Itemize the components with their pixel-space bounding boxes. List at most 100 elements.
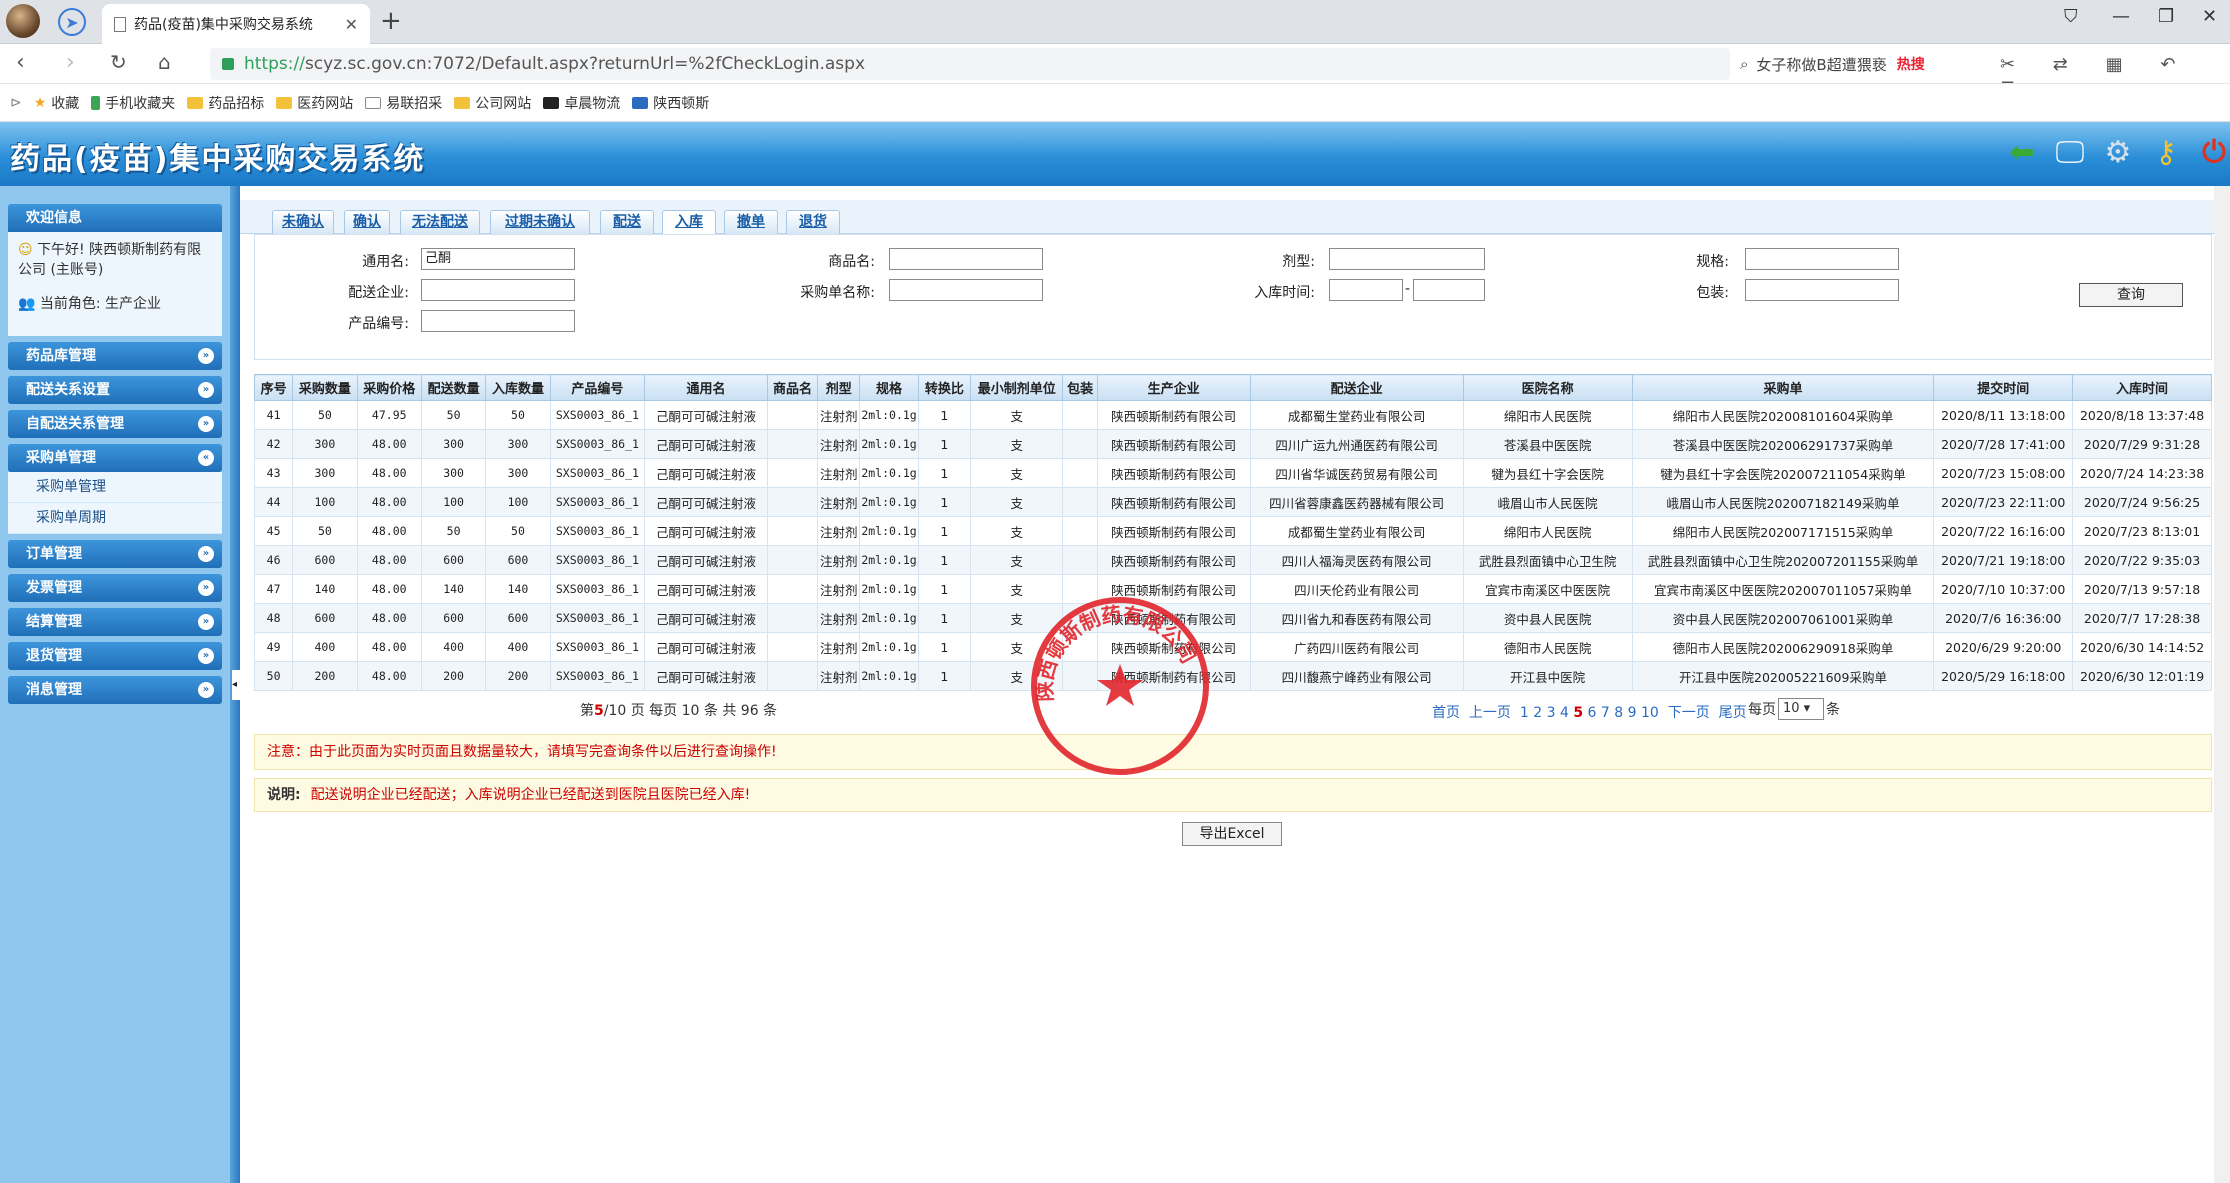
page-link[interactable]: 3 xyxy=(1547,705,1556,721)
app-title: 药品(疫苗)集中采购交易系统 xyxy=(10,142,426,177)
table-cell: SXS0003_86_1 xyxy=(549,632,646,662)
forward-button[interactable]: › xyxy=(66,50,75,75)
tab-undeliverable[interactable]: 无法配送 xyxy=(400,210,480,234)
collapse-sidebar-icon[interactable]: ◂ xyxy=(232,670,240,700)
table-row[interactable]: 46 600 48.00 600 600 SXS0003_86_1 己酮可可碱注射液 注射剂 2… xyxy=(253,545,2212,575)
sidebar-item-orders[interactable]: 订单管理» xyxy=(8,540,222,568)
new-tab-button[interactable]: + xyxy=(380,6,402,36)
tab-confirmed[interactable]: 确认 xyxy=(344,210,390,234)
submenu-item-purchase-order[interactable]: 采购单管理 xyxy=(8,472,222,503)
tab-expired[interactable]: 过期未确认 xyxy=(490,210,590,234)
sidebar-item-messages[interactable]: 消息管理» xyxy=(8,676,222,704)
gear-icon[interactable]: ⚙ xyxy=(2098,132,2138,172)
back-button[interactable]: ‹ xyxy=(16,50,25,75)
table-cell: 50 xyxy=(292,400,358,430)
trade-name-input[interactable] xyxy=(889,248,1043,270)
generic-name-input[interactable]: 己酮 xyxy=(421,248,575,270)
table-row[interactable]: 49 400 48.00 400 400 SXS0003_86_1 己酮可可碱注射液 注射剂 2… xyxy=(253,632,2212,662)
sidebar-item-self-delivery[interactable]: 自配送关系管理» xyxy=(8,410,222,438)
table-cell: 四川广运九州通医药有限公司 xyxy=(1249,429,1464,459)
sidebar-item-purchase-order[interactable]: 采购单管理 « xyxy=(8,444,222,472)
monitor-icon[interactable]: 🖵 xyxy=(2050,132,2090,172)
table-row[interactable]: 42 300 48.00 300 300 SXS0003_86_1 己酮可可碱注射液 注射剂 2… xyxy=(253,429,2212,459)
table-cell: 广药四川医药有限公司 xyxy=(1249,632,1464,662)
table-row[interactable]: 43 300 48.00 300 300 SXS0003_86_1 己酮可可碱注射液 注射剂 2… xyxy=(253,458,2212,488)
page-link[interactable]: 1 xyxy=(1520,705,1529,721)
page-scrollbar[interactable] xyxy=(2214,186,2230,1183)
restore-button[interactable]: ❐ xyxy=(2158,6,2174,27)
url-field[interactable]: https:// scyz.sc.gov.cn:7072/Default.asp… xyxy=(210,48,1730,80)
page-link[interactable]: 4 xyxy=(1560,705,1569,721)
sidebar-item-delivery-relation[interactable]: 配送关系设置» xyxy=(8,376,222,404)
table-row[interactable]: 45 50 48.00 50 50 SXS0003_86_1 己酮可可碱注射液 注射剂 2ml:… xyxy=(253,516,2212,546)
per-page-select[interactable]: 10 ▾ xyxy=(1778,698,1824,720)
spec-input[interactable] xyxy=(1745,248,1899,270)
storage-time-end[interactable] xyxy=(1413,279,1485,301)
table-cell: 2ml:0.1g xyxy=(859,516,919,546)
minimize-button[interactable]: — xyxy=(2112,6,2130,27)
table-cell: 注射剂 xyxy=(817,400,861,430)
power-icon[interactable]: ⏻ xyxy=(2194,132,2230,172)
distributor-label: 配送企业: xyxy=(348,285,409,301)
bookmark-item[interactable]: 医药网站 xyxy=(276,93,353,113)
tab-unconfirmed[interactable]: 未确认 xyxy=(272,210,334,234)
chevron-up-icon: « xyxy=(198,450,214,466)
back-arrow-icon[interactable]: ⬅ xyxy=(2002,132,2042,172)
reload-icon[interactable]: ↻ xyxy=(110,50,127,74)
prev-page-link[interactable]: 上一页 xyxy=(1469,705,1511,721)
profile-avatar[interactable] xyxy=(6,4,40,38)
bookmark-item[interactable]: 易联招采 xyxy=(365,93,442,113)
sidebar-item-drug-library[interactable]: 药品库管理» xyxy=(8,342,222,370)
page-link[interactable]: 8 xyxy=(1614,705,1623,721)
table-cell: 2020/7/6 16:36:00 xyxy=(1933,603,2074,633)
close-tab-icon[interactable]: ✕ xyxy=(345,15,358,34)
distributor-input[interactable] xyxy=(421,279,575,301)
tab-cancelled[interactable]: 撤单 xyxy=(724,210,778,234)
search-box[interactable]: ⌕ 女子称做B超遭猥亵 热搜 xyxy=(1740,48,1980,80)
page-link[interactable]: 10 xyxy=(1641,705,1659,721)
package-input[interactable] xyxy=(1745,279,1899,301)
storage-time-start[interactable] xyxy=(1329,279,1403,301)
bookmark-item[interactable]: ★ 收藏 xyxy=(34,93,80,113)
page-link-current[interactable]: 5 xyxy=(1573,705,1583,721)
sidebar: 欢迎信息 ☺ 下午好! 陕西顿斯制药有限公司 (主账号) 👥 当前角色: 生产企… xyxy=(0,186,230,1183)
po-name-input[interactable] xyxy=(889,279,1043,301)
query-button[interactable]: 查询 xyxy=(2079,283,2183,307)
sidebar-item-invoices[interactable]: 发票管理» xyxy=(8,574,222,602)
key-icon[interactable]: ⚷ xyxy=(2146,132,2186,172)
tab-delivered[interactable]: 配送 xyxy=(600,210,654,234)
bookmark-item[interactable]: 卓晨物流 xyxy=(543,93,620,113)
sidebar-item-settlement[interactable]: 结算管理» xyxy=(8,608,222,636)
sidebar-toggle-icon[interactable]: ⊳ xyxy=(10,95,22,111)
table-cell: 2020/7/29 9:31:28 xyxy=(2072,429,2212,459)
browser-tab[interactable]: 药品(疫苗)集中采购交易系统 ✕ xyxy=(102,4,370,44)
product-code-input[interactable] xyxy=(421,310,575,332)
table-row[interactable]: 50 200 48.00 200 200 SXS0003_86_1 己酮可可碱注射液 注射剂 2… xyxy=(253,661,2212,691)
export-excel-button[interactable]: 导出Excel xyxy=(1182,822,1282,846)
table-row[interactable]: 48 600 48.00 600 600 SXS0003_86_1 己酮可可碱注射液 注射剂 2… xyxy=(253,603,2212,633)
bookmark-item[interactable]: 陕西顿斯 xyxy=(632,93,709,113)
shirt-icon[interactable]: ⛉ xyxy=(2064,6,2078,27)
tab-stored[interactable]: 入库 xyxy=(662,210,716,235)
bookmark-item[interactable]: 药品招标 xyxy=(187,93,264,113)
close-window-button[interactable]: ✕ xyxy=(2202,6,2217,27)
navigation-icon[interactable]: ➤ xyxy=(58,8,86,36)
submenu-item-purchase-cycle[interactable]: 采购单周期 xyxy=(8,503,222,534)
first-page-link[interactable]: 首页 xyxy=(1432,705,1460,721)
last-page-link[interactable]: 尾页 xyxy=(1719,705,1747,721)
tab-returned[interactable]: 退货 xyxy=(786,210,840,234)
table-row[interactable]: 44 100 48.00 100 100 SXS0003_86_1 己酮可可碱注射液 注射剂 2… xyxy=(253,487,2212,517)
page-link[interactable]: 6 xyxy=(1588,705,1597,721)
page-link[interactable]: 2 xyxy=(1533,705,1542,721)
page-link[interactable]: 9 xyxy=(1628,705,1637,721)
bookmark-item[interactable]: 公司网站 xyxy=(454,93,531,113)
home-icon[interactable]: ⌂ xyxy=(158,50,171,74)
page-link[interactable]: 7 xyxy=(1601,705,1610,721)
sidebar-item-returns[interactable]: 退货管理» xyxy=(8,642,222,670)
table-row[interactable]: 41 50 47.95 50 50 SXS0003_86_1 己酮可可碱注射液 注射剂 2ml:… xyxy=(253,400,2212,430)
table-row[interactable]: 47 140 48.00 140 140 SXS0003_86_1 己酮可可碱注射液 注射剂 2… xyxy=(253,574,2212,604)
table-cell: 1 xyxy=(917,574,971,604)
dosage-input[interactable] xyxy=(1329,248,1485,270)
bookmark-item[interactable]: 手机收藏夹 xyxy=(91,93,175,113)
next-page-link[interactable]: 下一页 xyxy=(1668,705,1710,721)
